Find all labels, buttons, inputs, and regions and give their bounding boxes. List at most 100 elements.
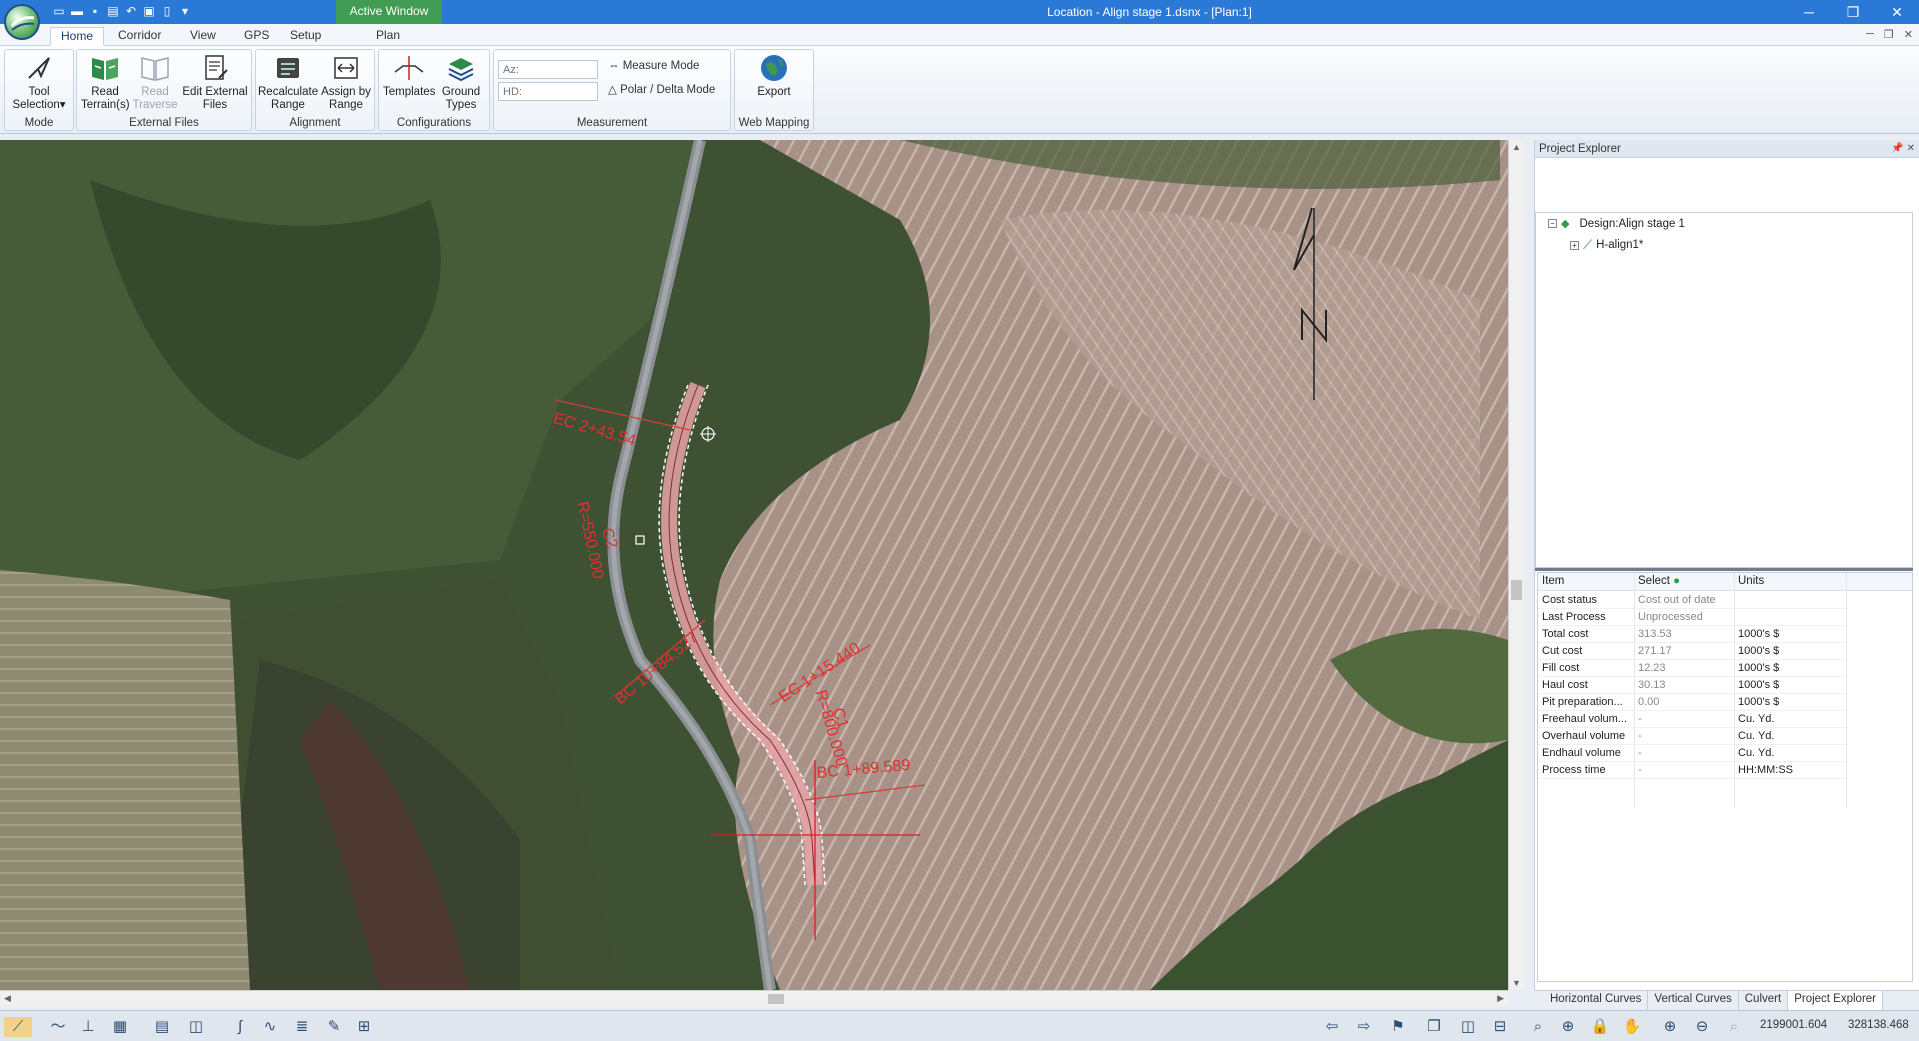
- scroll-down-icon[interactable]: ▼: [1512, 978, 1521, 988]
- horizontal-scroll-thumb[interactable]: [768, 994, 784, 1004]
- recalculate-range-button[interactable]: Recalculate Range: [258, 52, 318, 112]
- edit-external-files-button[interactable]: Edit External Files: [181, 52, 249, 112]
- export-button[interactable]: Export: [745, 52, 803, 99]
- mdi-minimize-icon[interactable]: ─: [1866, 28, 1874, 41]
- zoom-in-icon[interactable]: ⊕: [1660, 1017, 1680, 1037]
- group-alignment: Recalculate Range Assign by Range Alignm…: [255, 49, 375, 131]
- pan-hand-icon[interactable]: ✋: [1622, 1017, 1642, 1037]
- close-icon[interactable]: ✕: [1875, 0, 1919, 24]
- map-horizontal-scrollbar[interactable]: ◀ ▶: [0, 990, 1508, 1006]
- document-edit-icon: [205, 55, 228, 80]
- read-terrain-button[interactable]: Read Terrain(s): [81, 52, 130, 112]
- azimuth-field[interactable]: [498, 60, 598, 79]
- group-label-external-files: External Files: [129, 117, 199, 129]
- collapse-icon[interactable]: −: [1548, 219, 1557, 228]
- undo-icon[interactable]: ↶: [124, 3, 138, 19]
- next-view-icon[interactable]: ⇨: [1354, 1017, 1374, 1037]
- zoom-out-icon[interactable]: ⊖: [1692, 1017, 1712, 1037]
- property-value: 12.23: [1638, 662, 1666, 674]
- plan-view-map[interactable]: EC 2+43.54 C2 R=550.000 BC 10+84.527 EC …: [0, 140, 1508, 990]
- mdi-restore-icon[interactable]: ❐: [1884, 28, 1894, 41]
- tab-culvert[interactable]: Culvert: [1739, 991, 1789, 1010]
- tile-vertical-icon[interactable]: ◫: [1458, 1017, 1478, 1037]
- map-vertical-scrollbar[interactable]: ▲ ▼: [1508, 140, 1524, 990]
- customize-qat-icon[interactable]: ▾: [178, 3, 192, 19]
- property-row[interactable]: Total cost 313.53 1000's $: [1538, 626, 1846, 643]
- map-canvas[interactable]: [0, 140, 1508, 990]
- polar-delta-mode-button[interactable]: △ Polar / Delta Mode: [608, 82, 715, 96]
- panel-header-buttons: 📌 ✕: [1891, 140, 1915, 158]
- open-folder-icon[interactable]: ▬: [70, 3, 84, 19]
- tab-vertical-curves[interactable]: Vertical Curves: [1648, 991, 1739, 1010]
- tile-horizontal-icon[interactable]: ⊟: [1490, 1017, 1510, 1037]
- measure-mode-button[interactable]: ⇔ Measure Mode: [608, 60, 699, 72]
- curve-tool-icon[interactable]: 〜: [48, 1017, 68, 1037]
- panel-splitter[interactable]: [1535, 568, 1913, 571]
- 3d-box-icon[interactable]: ◫: [186, 1017, 206, 1037]
- alignment-tool-icon[interactable]: ⟋: [4, 1017, 32, 1037]
- cascade-windows-icon[interactable]: ❐: [1424, 1017, 1444, 1037]
- print-preview-icon[interactable]: ▣: [142, 3, 156, 19]
- vertical-scroll-thumb[interactable]: [1511, 580, 1522, 600]
- property-row[interactable]: Cut cost 271.17 1000's $: [1538, 643, 1846, 660]
- profile-tool-icon[interactable]: ∫: [230, 1017, 250, 1037]
- application-menu-button[interactable]: [4, 4, 40, 40]
- save-icon[interactable]: ▪: [88, 3, 102, 19]
- restore-icon[interactable]: ❐: [1831, 0, 1875, 24]
- property-row[interactable]: Haul cost 30.13 1000's $: [1538, 677, 1846, 694]
- export-icon[interactable]: ▯: [160, 3, 174, 19]
- assign-by-range-button[interactable]: Assign by Range: [320, 52, 372, 112]
- property-row[interactable]: Freehaul volum... - Cu. Yd.: [1538, 711, 1846, 728]
- column-select[interactable]: Select ●: [1638, 575, 1734, 587]
- layout-icon[interactable]: ▤: [152, 1017, 172, 1037]
- zoom-window-icon[interactable]: ⊕: [1558, 1017, 1578, 1037]
- lock-icon[interactable]: 🔒: [1590, 1017, 1610, 1037]
- ground-types-button[interactable]: Ground Types: [435, 52, 487, 112]
- tab-project-explorer[interactable]: Project Explorer: [1788, 991, 1883, 1010]
- mdi-close-icon[interactable]: ✕: [1904, 28, 1913, 41]
- property-value: 271.17: [1638, 645, 1672, 657]
- previous-view-icon[interactable]: ⇦: [1322, 1017, 1342, 1037]
- edit-tool-icon[interactable]: ✎: [324, 1017, 344, 1037]
- template-list-icon[interactable]: ≣: [292, 1017, 312, 1037]
- scroll-left-icon[interactable]: ◀: [4, 993, 11, 1004]
- property-row[interactable]: Cost status Cost out of date: [1538, 592, 1846, 609]
- property-row[interactable]: Last Process Unprocessed: [1538, 609, 1846, 626]
- book-traverse-icon: [141, 57, 169, 81]
- templates-button[interactable]: Templates: [383, 52, 435, 99]
- table-grid-icon[interactable]: ▦: [110, 1017, 130, 1037]
- new-file-icon[interactable]: ▭: [52, 3, 66, 19]
- tab-horizontal-curves[interactable]: Horizontal Curves: [1544, 991, 1649, 1010]
- mass-haul-icon[interactable]: ∿: [260, 1017, 280, 1037]
- tab-home[interactable]: Home: [50, 27, 105, 46]
- panel-close-icon[interactable]: ✕: [1907, 143, 1915, 154]
- active-window-tab[interactable]: Active Window: [336, 0, 442, 24]
- window-controls: ─ ❐ ✕: [1787, 0, 1919, 24]
- zoom-extents-icon[interactable]: ⌕: [1724, 1017, 1744, 1037]
- pin-icon[interactable]: 📌: [1891, 143, 1903, 154]
- print-icon[interactable]: ▤: [106, 3, 120, 19]
- minimize-icon[interactable]: ─: [1787, 0, 1831, 24]
- tree-structure-icon[interactable]: ⊞: [354, 1017, 374, 1037]
- property-row[interactable]: Fill cost 12.23 1000's $: [1538, 660, 1846, 677]
- tab-setup[interactable]: Setup: [280, 27, 331, 46]
- property-row[interactable]: Endhaul volume - Cu. Yd.: [1538, 745, 1846, 762]
- property-row[interactable]: Process time - HH:MM:SS: [1538, 762, 1846, 779]
- tab-view[interactable]: View: [180, 27, 226, 46]
- tab-plan[interactable]: Plan: [366, 27, 410, 46]
- cross-section-tool-icon[interactable]: ⊥: [78, 1017, 98, 1037]
- property-row[interactable]: Pit preparation... 0.00 1000's $: [1538, 694, 1846, 711]
- scroll-up-icon[interactable]: ▲: [1512, 142, 1521, 152]
- tab-gps[interactable]: GPS: [234, 27, 279, 46]
- flag-icon[interactable]: ⚑: [1388, 1017, 1408, 1037]
- property-row[interactable]: Overhaul volume - Cu. Yd.: [1538, 728, 1846, 745]
- zoom-search-icon[interactable]: ⌕: [1528, 1017, 1548, 1037]
- expand-icon[interactable]: +: [1570, 240, 1579, 250]
- tool-selection-button[interactable]: Tool Selection▾: [9, 52, 69, 112]
- scroll-right-icon[interactable]: ▶: [1497, 993, 1504, 1004]
- tree-node-design[interactable]: − ◆ Design:Align stage 1: [1548, 217, 1685, 230]
- horizontal-distance-field[interactable]: [498, 82, 598, 101]
- tab-corridor[interactable]: Corridor: [108, 27, 171, 46]
- tree-node-halign[interactable]: + ⟋ H-align1*: [1570, 237, 1643, 253]
- read-traverse-button[interactable]: Read Traverse: [131, 52, 179, 112]
